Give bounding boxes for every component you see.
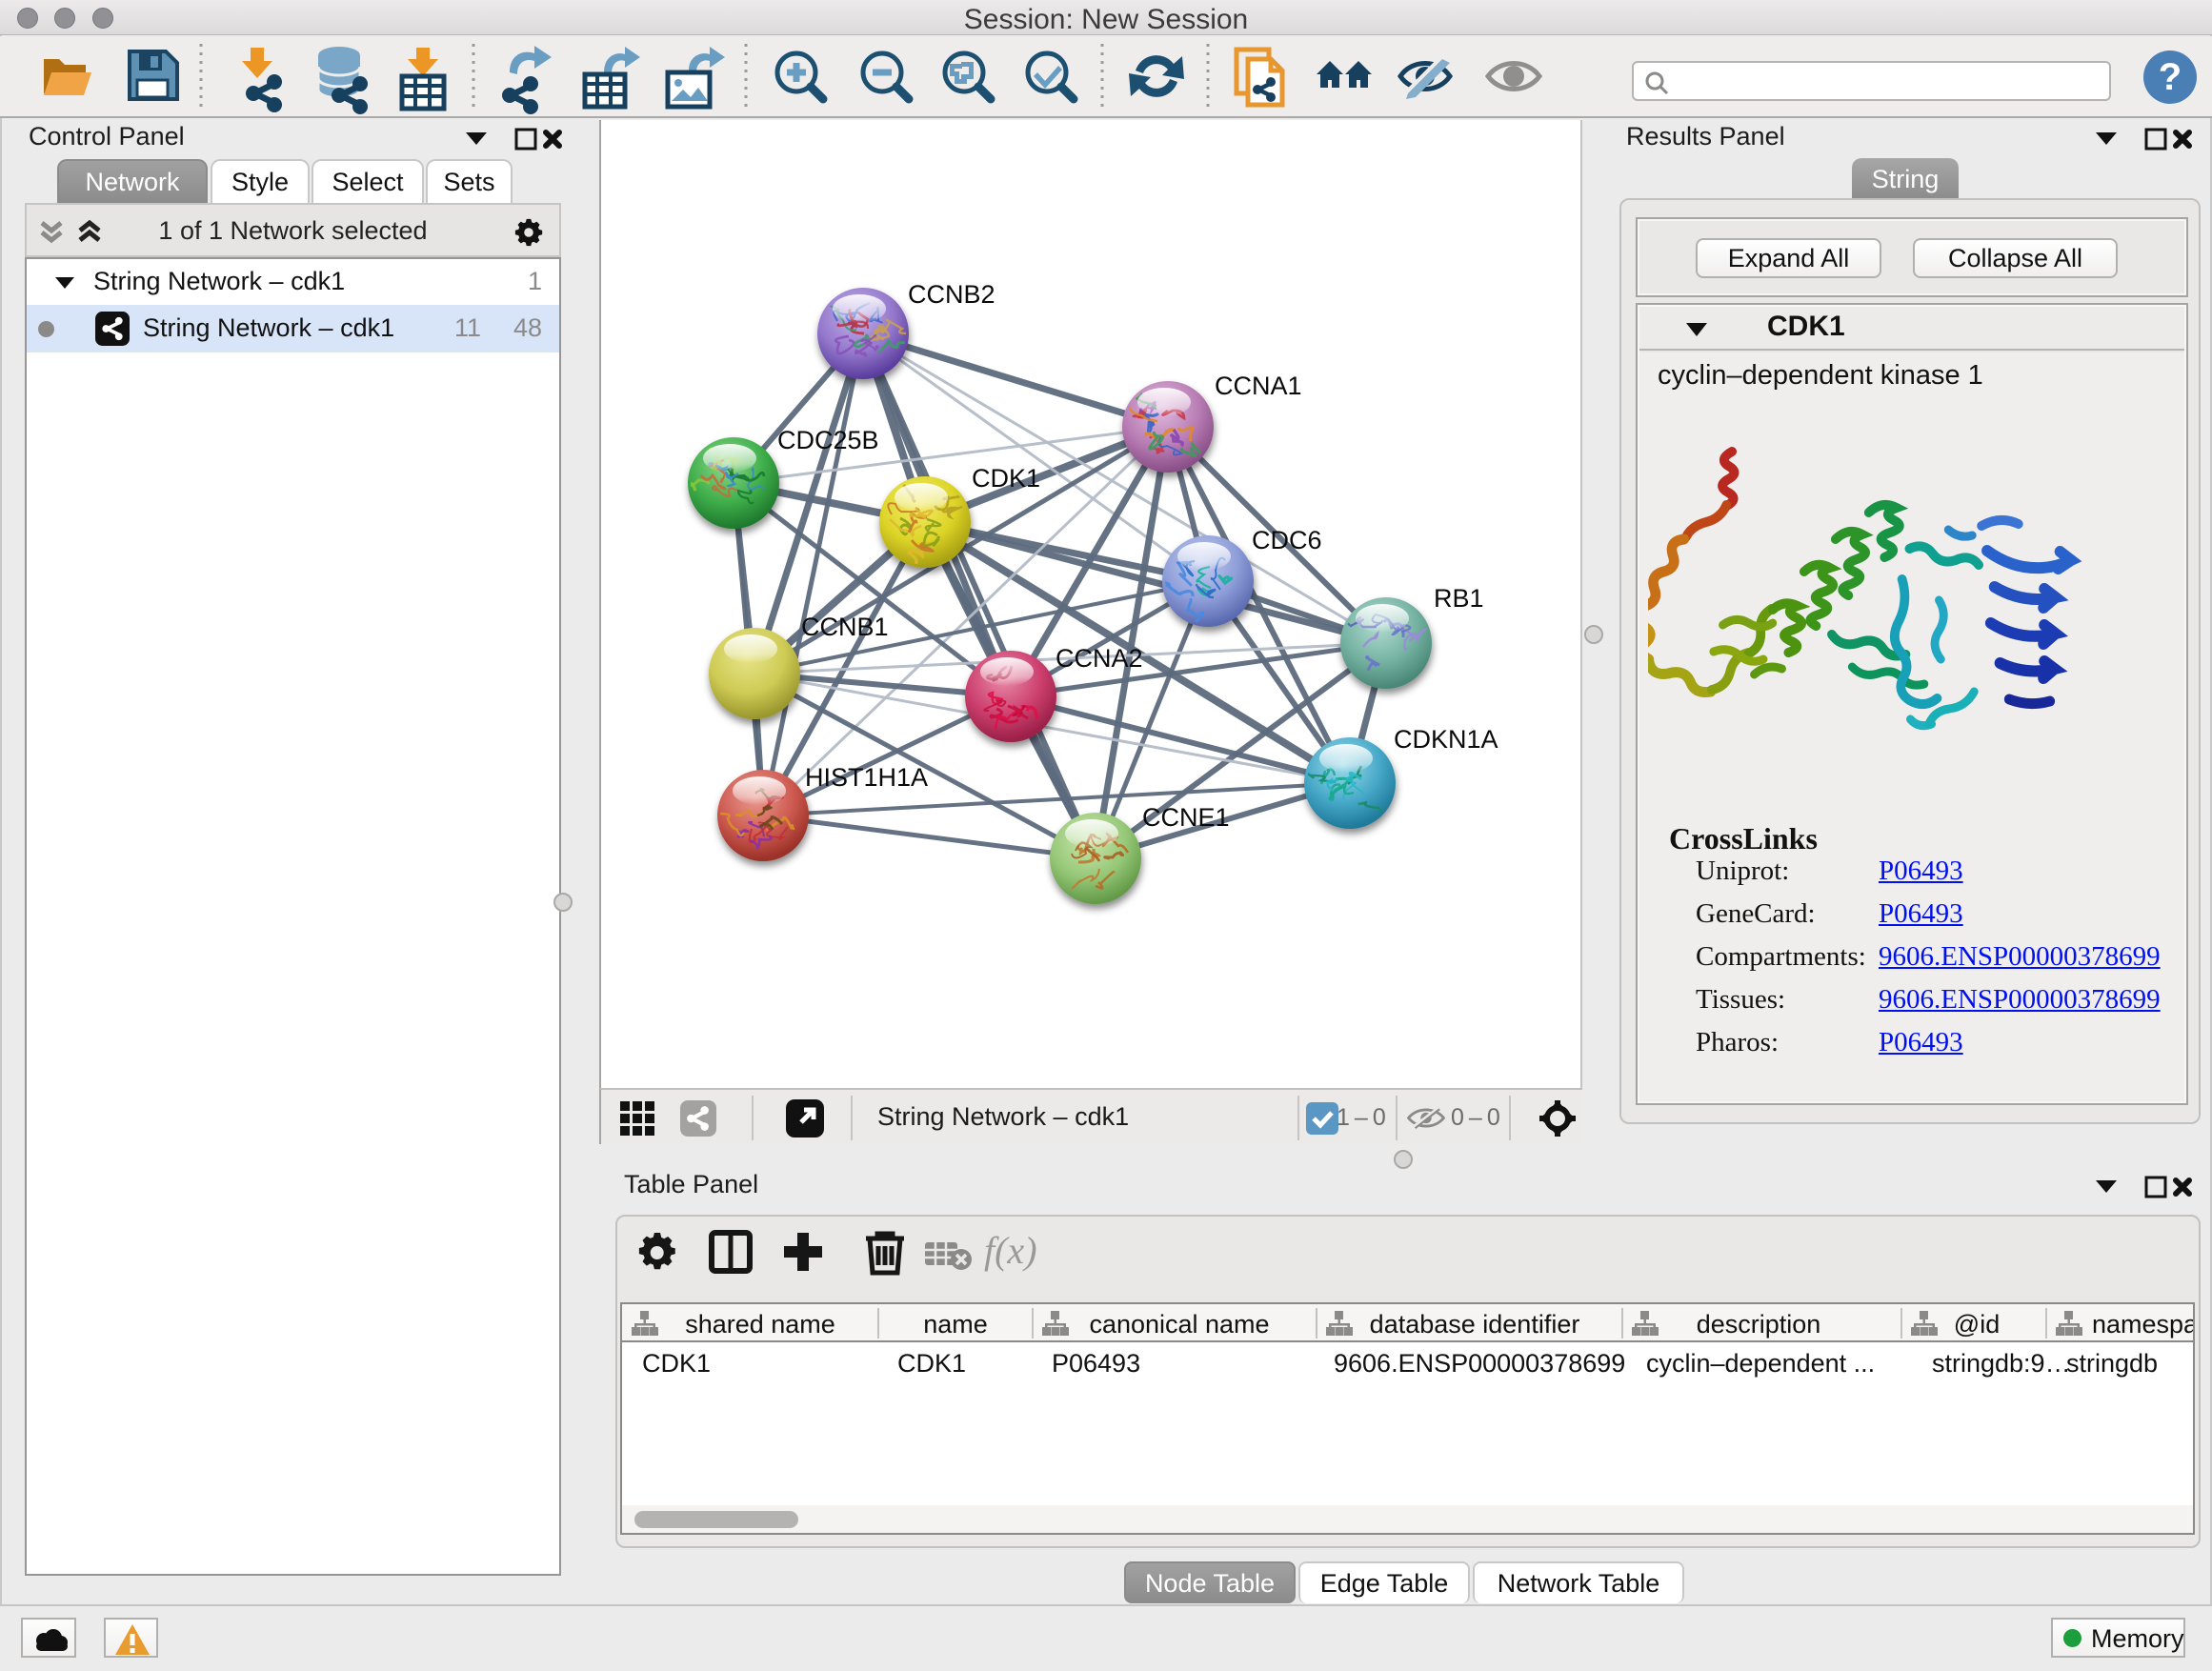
svg-text:database identifier: database identifier xyxy=(1370,1310,1580,1339)
svg-text:CCNB1: CCNB1 xyxy=(801,613,889,641)
svg-text:RB1: RB1 xyxy=(1434,584,1484,613)
svg-text:HIST1H1A: HIST1H1A xyxy=(805,763,928,792)
svg-text:CCNB2: CCNB2 xyxy=(908,280,995,309)
svg-text:CCNA1: CCNA1 xyxy=(1215,372,1302,400)
svg-text:CDKN1A: CDKN1A xyxy=(1394,725,1498,754)
svg-text:CDK1: CDK1 xyxy=(897,1349,966,1378)
svg-text:P06493: P06493 xyxy=(1052,1349,1140,1378)
svg-text:description: description xyxy=(1697,1310,1821,1339)
svg-text:CCNA2: CCNA2 xyxy=(1056,644,1143,673)
svg-text:stringdb:9…: stringdb:9… xyxy=(1932,1349,2071,1378)
svg-text:CDK1: CDK1 xyxy=(642,1349,711,1378)
svg-text:CDC6: CDC6 xyxy=(1252,526,1322,554)
svg-text:@id: @id xyxy=(1954,1310,2000,1339)
svg-text:shared name: shared name xyxy=(685,1310,835,1339)
svg-text:cyclin–dependent ...: cyclin–dependent ... xyxy=(1646,1349,1875,1378)
svg-text:9606.ENSP00000378699: 9606.ENSP00000378699 xyxy=(1334,1349,1625,1378)
svg-text:namespace: namespace xyxy=(2092,1310,2193,1339)
svg-text:CCNE1: CCNE1 xyxy=(1142,803,1230,832)
svg-text:canonical name: canonical name xyxy=(1089,1310,1269,1339)
svg-text:name: name xyxy=(923,1310,988,1339)
svg-text:CDC25B: CDC25B xyxy=(777,426,879,454)
svg-text:f(x): f(x) xyxy=(984,1229,1037,1272)
svg-text:stringdb: stringdb xyxy=(2066,1349,2158,1378)
svg-text:CDK1: CDK1 xyxy=(972,464,1040,493)
